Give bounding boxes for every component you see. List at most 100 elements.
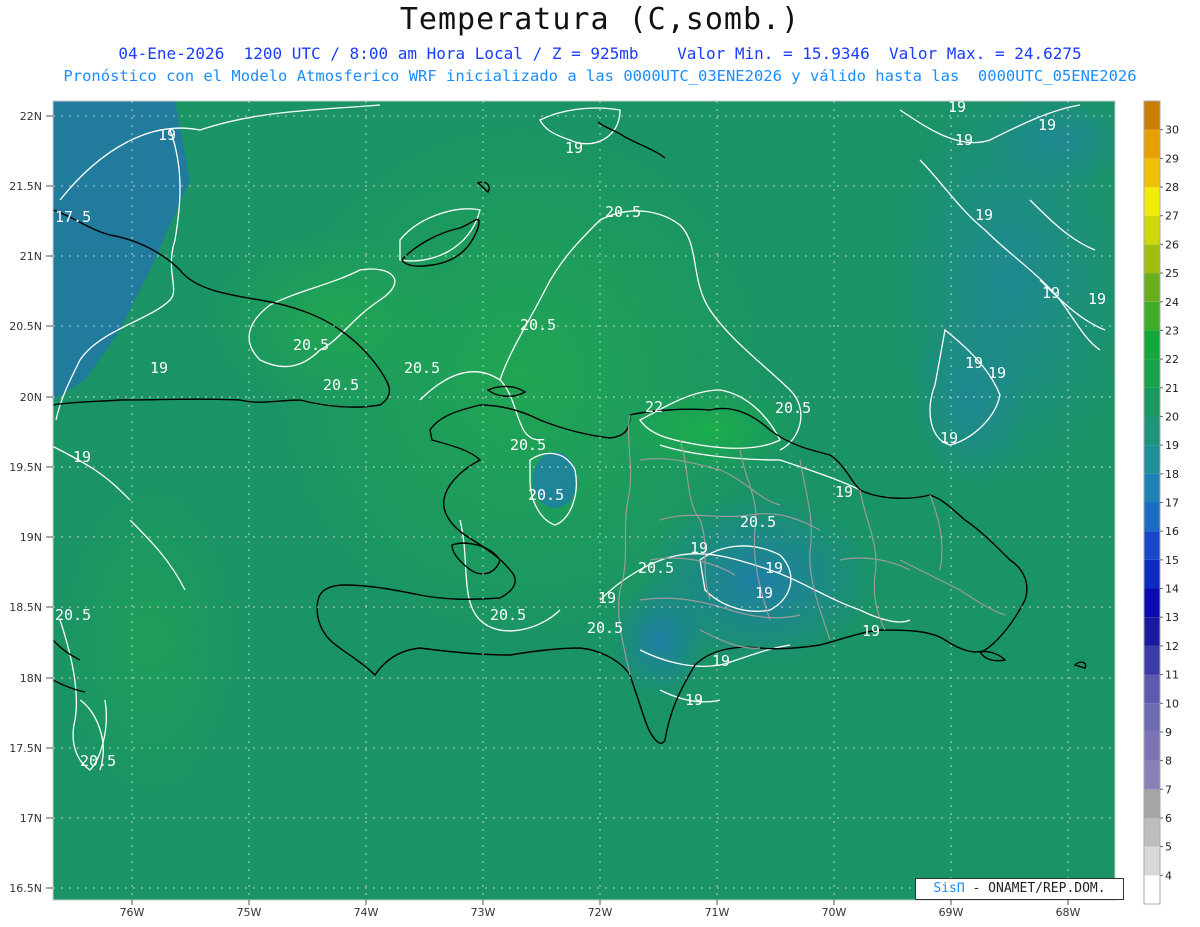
colorbar-tick-label: 21 (1165, 382, 1179, 395)
contour-label: 19 (1038, 116, 1056, 134)
contour-label: 20.5 (775, 399, 811, 417)
contour-label: 20.5 (587, 619, 623, 637)
lon-tick-label: 73W (471, 906, 496, 919)
colorbar-swatch (1144, 129, 1160, 159)
latitude-axis: 22N 21.5N 21N 20.5N 20N 19.5N 19N 18.5N … (9, 110, 42, 895)
contour-label: 20.5 (740, 513, 776, 531)
contour-label: 19 (862, 622, 880, 640)
colorbar-swatch (1144, 731, 1160, 761)
lat-tick-label: 21.5N (9, 180, 42, 193)
colorbar-swatch (1144, 817, 1160, 847)
contour-label: 19 (690, 539, 708, 557)
colorbar-swatch (1144, 502, 1160, 532)
colorbar-swatch (1144, 416, 1160, 446)
longitude-axis: 76W 75W 74W 73W 72W 71W 70W 69W 68W (120, 906, 1081, 919)
lon-tick-label: 75W (237, 906, 262, 919)
colorbar-swatch (1144, 273, 1160, 302)
contour-label: 19 (988, 364, 1006, 382)
lat-tick-label: 16.5N (9, 882, 42, 895)
lat-tick-label: 17N (20, 812, 42, 825)
contour-label: 19 (755, 584, 773, 602)
colorbar-swatch (1144, 875, 1160, 904)
contour-label: 19 (835, 483, 853, 501)
contour-label: 17.5 (55, 208, 91, 226)
colorbar-tick-label: 15 (1165, 554, 1179, 567)
contour-label: 19 (1042, 284, 1060, 302)
contour-label: 20.5 (510, 436, 546, 454)
colorbar-tick-label: 4 (1165, 869, 1172, 882)
colorbar-tick-label: 8 (1165, 755, 1172, 768)
lon-tick-label: 72W (588, 906, 613, 919)
colorbar-swatch (1144, 588, 1160, 618)
colorbar-swatch (1144, 559, 1160, 589)
colorbar-swatch (1144, 330, 1160, 360)
colorbar-swatch (1144, 674, 1160, 704)
lon-ticks (131, 900, 1069, 905)
lat-ticks (46, 115, 53, 889)
colorbar-tick-label: 16 (1165, 525, 1179, 538)
colorbar-tick-label: 22 (1165, 353, 1179, 366)
colorbar-tick-label: 18 (1165, 468, 1179, 481)
colorbar-tick-label: 17 (1165, 497, 1179, 510)
contour-label: 19 (150, 359, 168, 377)
colorbar-tick-label: 20 (1165, 410, 1179, 423)
colorbar-swatch (1144, 101, 1160, 130)
colorbar-tick-label: 6 (1165, 812, 1172, 825)
lon-tick-label: 74W (354, 906, 379, 919)
contour-label: 19 (685, 691, 703, 709)
colorbar-swatch (1144, 387, 1160, 417)
contour-label: 19 (1088, 290, 1106, 308)
colorbar-tick-label: 12 (1165, 640, 1179, 653)
contour-label: 22 (645, 398, 663, 416)
colorbar-swatch (1144, 473, 1160, 503)
contour-label: 19 (975, 206, 993, 224)
contour-label: 19 (765, 559, 783, 577)
lon-tick-label: 69W (939, 906, 964, 919)
lat-tick-label: 22N (20, 110, 42, 123)
contour-label: 19 (158, 126, 176, 144)
contour-label: 20.5 (80, 752, 116, 770)
colorbar-swatch (1144, 531, 1160, 560)
contour-label: 19 (955, 131, 973, 149)
lat-tick-label: 18.5N (9, 601, 42, 614)
contour-label: 20.5 (404, 359, 440, 377)
colorbar-tick-label: 27 (1165, 210, 1179, 223)
lat-tick-label: 21N (20, 250, 42, 263)
lat-tick-label: 17.5N (9, 742, 42, 755)
colorbar-swatch (1144, 645, 1160, 675)
colorbar-tick-label: 19 (1165, 439, 1179, 452)
colorbar-tick-label: 26 (1165, 238, 1179, 251)
colorbar-tick-label: 11 (1165, 669, 1179, 682)
colorbar-tick-label: 23 (1165, 324, 1179, 337)
colorbar-tick-label: 5 (1165, 841, 1172, 854)
colorbar-tick-label: 9 (1165, 726, 1172, 739)
lon-tick-label: 70W (822, 906, 847, 919)
map-figure: 19 19 20.5 20.5 20.5 20.5 19 20.5 20.5 2… (9, 98, 1179, 919)
colorbar-swatch (1144, 445, 1160, 474)
contour-label: 19 (965, 354, 983, 372)
colorbar-swatch (1144, 846, 1160, 876)
lat-tick-label: 20.5N (9, 320, 42, 333)
temperature-field (53, 101, 1115, 900)
contour-label: 20.5 (638, 559, 674, 577)
contour-label: 20.5 (520, 316, 556, 334)
colorbar-swatch (1144, 617, 1160, 646)
colorbar-swatch (1144, 187, 1160, 216)
colorbar-tick-label: 29 (1165, 152, 1179, 165)
contour-label: 20.5 (323, 376, 359, 394)
colorbar-swatch (1144, 789, 1160, 818)
lon-tick-label: 68W (1056, 906, 1081, 919)
colorbar-swatch (1144, 158, 1160, 188)
contour-label: 20.5 (293, 336, 329, 354)
contour-label: 20.5 (528, 486, 564, 504)
contour-label: 20.5 (55, 606, 91, 624)
contour-label: 19 (940, 429, 958, 447)
sispi-brand: SisΠ (933, 881, 965, 896)
colorbar-tick-label: 30 (1165, 124, 1179, 137)
lat-tick-label: 18N (20, 672, 42, 685)
lon-tick-label: 71W (705, 906, 730, 919)
contour-label: 20.5 (605, 203, 641, 221)
lat-tick-label: 19N (20, 531, 42, 544)
colorbar-swatch (1144, 359, 1160, 388)
colorbar-swatch (1144, 244, 1160, 274)
